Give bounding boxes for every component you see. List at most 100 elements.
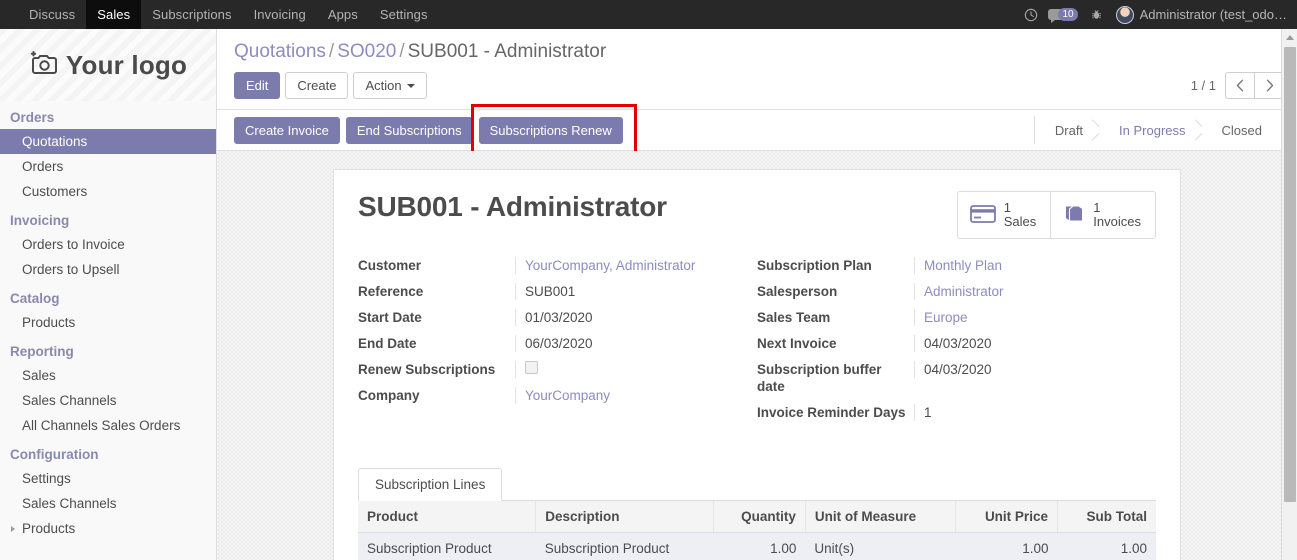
smart-button-sales[interactable]: 1 Sales [958,192,1051,238]
navbar-menu-subscriptions[interactable]: Subscriptions [141,0,242,29]
field-label: Company [358,388,420,403]
sidebar-section-catalog: Catalog [10,291,60,306]
column-header-sub-total[interactable]: Sub Total [1057,501,1156,533]
scroll-up-arrow-icon[interactable] [1282,29,1297,46]
page-title: SUB001 - Administrator [358,191,667,222]
column-header-unit-price[interactable]: Unit Price [955,501,1058,533]
field-label: Start Date [358,310,422,325]
column-header-quantity[interactable]: Quantity [713,501,806,533]
column-header-description[interactable]: Description [535,501,714,533]
navbar-menu-sales[interactable]: Sales [86,0,142,29]
form-columns: Customer YourCompany, Administrator Refere… [358,257,1156,430]
field-value-subscription-plan[interactable]: Monthly Plan [914,257,1156,274]
smart-button-invoices-text: 1 Invoices [1093,201,1141,229]
bug-icon[interactable] [1084,0,1110,29]
field-value-company[interactable]: YourCompany [515,387,757,404]
cell-product: Subscription Product [358,532,536,560]
checkbox-renew-subscriptions[interactable] [525,361,538,374]
form-content-area: SUB001 - Administrator 1 Sales 1 Invoice… [217,151,1297,560]
breadcrumb-item-0[interactable]: Quotations [234,41,326,62]
vertical-scrollbar[interactable] [1281,29,1297,560]
sidebar-item-settings[interactable]: Settings [0,466,216,491]
column-header-unit-of-measure[interactable]: Unit of Measure [805,501,956,533]
table-row[interactable]: Subscription Product Subscription Product… [358,532,1156,560]
column-header-product[interactable]: Product [358,501,537,533]
sidebar-section-reporting: Reporting [10,344,74,359]
status-draft[interactable]: Draft [1033,116,1100,144]
sidebar-item-quotations[interactable]: Quotations [0,129,216,154]
breadcrumb-separator: / [328,41,335,62]
tab-subscription-lines[interactable]: Subscription Lines [358,468,503,501]
form-column-left: Customer YourCompany, Administrator Refere… [358,257,757,430]
sidebar-item-label: Customers [22,184,88,199]
user-menu-label[interactable]: Administrator (test_odo… [1140,7,1287,22]
edit-button[interactable]: Edit [234,72,281,99]
sheet-header: SUB001 - Administrator 1 Sales 1 Invoice… [358,191,1156,239]
field-value-start-date: 01/03/2020 [515,309,757,326]
sidebar-item-label: Settings [22,471,71,486]
pager: 1 / 1 [1191,72,1285,99]
object-button-create-invoice[interactable]: Create Invoice [234,116,340,144]
breadcrumb-item-1[interactable]: SO020 [337,41,396,62]
pager-previous-button[interactable] [1225,72,1255,99]
field-row-salesperson: Salesperson Administrator [757,283,1156,300]
action-label: Action [365,78,402,93]
sidebar-item-products[interactable]: Products [0,516,216,541]
pager-buttons [1225,72,1285,99]
sidebar-section-orders: Orders [10,110,55,125]
sidebar-item-label: Products [22,315,76,330]
status-closed[interactable]: Closed [1201,116,1278,144]
scrollbar-thumb[interactable] [1284,47,1296,502]
field-value-subscription-buffer-date: 04/03/2020 [914,361,1156,378]
breadcrumb: Quotations / SO020/SUB001 - Administrator [234,41,1297,63]
sidebar-item-sales-channels[interactable]: Sales Channels [0,388,216,413]
navbar-menu-list: Discuss Sales Subscriptions Invoicing Apps Se… [0,0,439,29]
field-row-customer: Customer YourCompany, Administrator [358,257,757,274]
sidebar-item-sales[interactable]: Sales [0,363,216,388]
sidebar-item-sales-channels[interactable]: Sales Channels [0,491,216,516]
field-value-customer[interactable]: YourCompany, Administrator [515,257,757,274]
navbar-menu-invoicing[interactable]: Invoicing [243,0,317,29]
company-logo-placeholder[interactable]: Your logo [0,29,216,101]
action-dropdown-button[interactable]: Action [353,72,427,99]
create-button[interactable]: Create [285,72,349,99]
app-shell: Your logo Orders Quotations Orders Customer… [0,29,1297,560]
status-in-progress[interactable]: In Progress [1099,116,1202,144]
field-row-renew-subscriptions: Renew Subscriptions [358,361,757,378]
navbar-menu-apps[interactable]: Apps [317,0,369,29]
sidebar-item-label: Quotations [22,134,88,149]
field-value-reference: SUB001 [515,283,757,300]
navbar-menu-settings[interactable]: Settings [369,0,439,29]
sidebar-item-orders-to-invoice[interactable]: Orders to Invoice [0,232,216,257]
notebook-tabs: Subscription Lines [358,468,1156,501]
cell-sub-total: 1.00 [1057,532,1156,560]
table-header-row: Product Description Quantity Unit of Measur… [358,501,1156,533]
field-label: Invoice Reminder Days [757,405,906,420]
sidebar-item-customers[interactable]: Customers [0,179,216,204]
field-value-salesperson[interactable]: Administrator [914,283,1156,300]
field-row-invoice-reminder-days: Invoice Reminder Days 1 [757,404,1156,421]
object-buttons: Create Invoice End Subscriptions Subscript… [234,103,637,157]
logo-text: Your logo [65,49,188,80]
statusbar-row: Create Invoice End Subscriptions Subscript… [217,103,1297,157]
navbar-menu-discuss[interactable]: Discuss [18,0,86,29]
form-sheet: SUB001 - Administrator 1 Sales 1 Invoice… [333,169,1181,560]
highlighted-button-wrapper: Subscriptions Renew [470,103,637,157]
messages-icon[interactable]: 10 [1044,8,1083,23]
object-button-end-subscriptions[interactable]: End Subscriptions [345,116,473,144]
sidebar-item-orders-to-upsell[interactable]: Orders to Upsell [0,257,216,282]
credit-card-icon [969,204,996,226]
field-value-sales-team[interactable]: Europe [914,309,1156,326]
object-button-subscriptions-renew[interactable]: Subscriptions Renew [478,116,623,144]
sidebar-item-orders[interactable]: Orders [0,154,216,179]
user-avatar[interactable] [1115,5,1134,24]
clock-icon[interactable] [1018,0,1044,29]
sidebar-item-products[interactable]: Products [0,310,216,335]
sidebar: Your logo Orders Quotations Orders Customer… [0,29,217,560]
sidebar-item-label: Sales [22,368,56,383]
notebook: Subscription Lines Product Description Qua… [358,468,1156,560]
smart-button-invoices[interactable]: 1 Invoices [1050,192,1155,238]
status-bar: Draft In Progress Closed [1033,116,1297,144]
sidebar-item-all-channels-sales-orders[interactable]: All Channels Sales Orders [0,413,216,438]
field-value-end-date: 06/03/2020 [515,335,757,352]
